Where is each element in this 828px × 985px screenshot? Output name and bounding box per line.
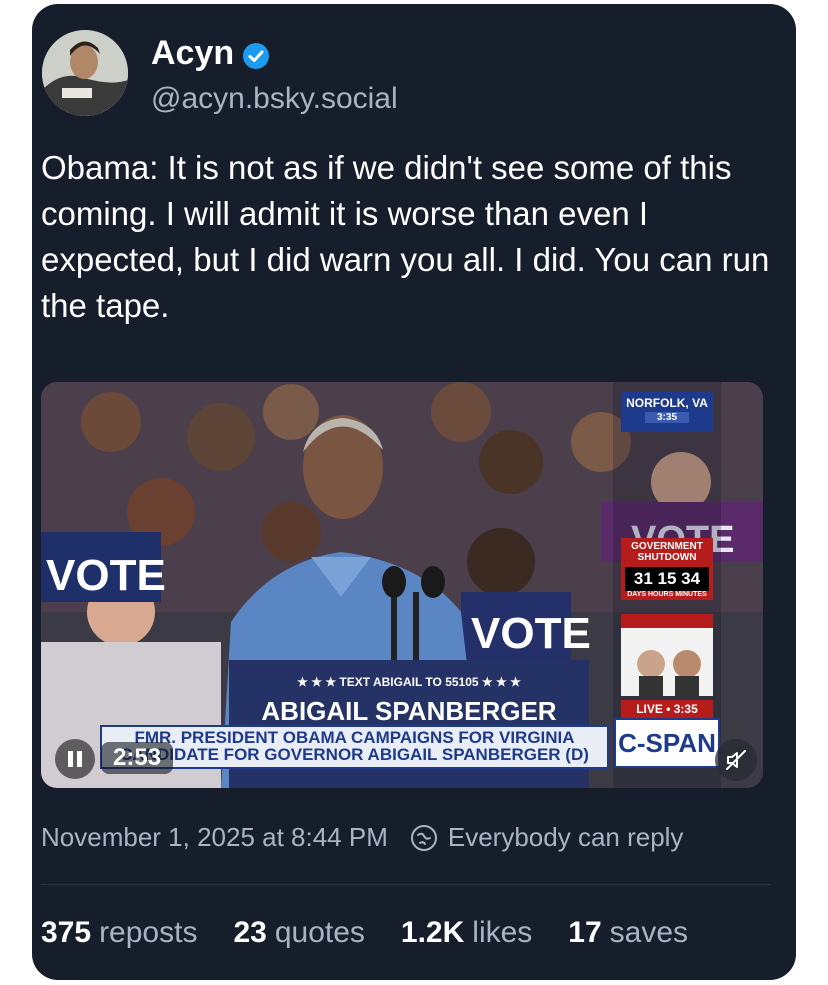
verified-badge-icon <box>242 40 270 69</box>
reposts-stat[interactable]: 375 reposts <box>41 916 197 950</box>
podium-name: ABIGAIL SPANBERGER <box>261 696 556 726</box>
pause-icon <box>68 751 82 767</box>
location-text: NORFOLK, VA <box>626 396 708 410</box>
quotes-label: quotes <box>274 916 365 949</box>
divider <box>41 884 771 885</box>
saves-count: 17 <box>568 916 602 949</box>
muted-speaker-icon <box>726 750 746 770</box>
post-meta: November 1, 2025 at 8:44 PM Everybody ca… <box>41 822 771 853</box>
likes-count: 1.2K <box>400 916 465 949</box>
reply-settings-icon <box>410 824 437 851</box>
pause-button[interactable] <box>55 739 95 779</box>
chyron-line-2: CANDIDATE FOR GOVERNOR ABIGAIL SPANBERGE… <box>120 745 589 764</box>
reposts-count: 375 <box>41 916 92 949</box>
vote-sign-left: VOTE <box>46 551 166 600</box>
reposts-label: reposts <box>99 916 198 949</box>
likes-label: likes <box>472 916 533 949</box>
live-indicator: LIVE • 3:35 <box>621 700 713 718</box>
saves-label: saves <box>609 916 689 949</box>
author-handle[interactable]: @acyn.bsky.social <box>151 82 398 116</box>
saves-stat[interactable]: 17 saves <box>568 916 688 950</box>
video-player[interactable]: VOTE VOTE VOTE ★ ★ ★ TEXT ABIGAIL TO 551… <box>41 382 763 788</box>
mute-button[interactable] <box>715 739 757 781</box>
shutdown-count: 31 15 34 <box>625 567 709 591</box>
network-logo: C-SPAN <box>614 718 720 768</box>
display-name[interactable]: Acyn <box>151 34 270 73</box>
reply-setting[interactable]: Everybody can reply <box>448 822 684 853</box>
video-time: 2:53 <box>101 742 174 774</box>
quotes-count: 23 <box>233 916 267 949</box>
vote-sign-center: VOTE <box>471 609 591 658</box>
shutdown-counter: GOVERNMENT SHUTDOWN 31 15 34 DAYS HOURS … <box>621 538 713 600</box>
quotes-stat[interactable]: 23 quotes <box>233 916 364 950</box>
post-stats: 375 reposts 23 quotes 1.2K likes 17 saves <box>41 916 688 950</box>
post-timestamp[interactable]: November 1, 2025 at 8:44 PM <box>41 822 388 853</box>
video-chyron: FMR. PRESIDENT OBAMA CAMPAIGNS FOR VIRGI… <box>100 725 609 769</box>
location-badge: NORFOLK, VA 3:35 <box>621 392 713 432</box>
shutdown-units: DAYS HOURS MINUTES <box>627 591 707 598</box>
shutdown-title: GOVERNMENT SHUTDOWN <box>631 541 703 563</box>
likes-stat[interactable]: 1.2K likes <box>401 916 532 950</box>
location-time: 3:35 <box>645 412 689 423</box>
post-text: Obama: It is not as if we didn't see som… <box>41 149 770 324</box>
chyron-line-1: FMR. PRESIDENT OBAMA CAMPAIGNS FOR VIRGI… <box>134 728 575 747</box>
post-card: Acyn @acyn.bsky.social Obama: It is not … <box>32 4 796 980</box>
podium-text: ★ ★ ★ TEXT ABIGAIL TO 55105 ★ ★ ★ <box>297 675 521 689</box>
display-name-text: Acyn <box>151 34 235 72</box>
book-club-promo <box>621 614 713 696</box>
avatar[interactable] <box>42 30 128 116</box>
